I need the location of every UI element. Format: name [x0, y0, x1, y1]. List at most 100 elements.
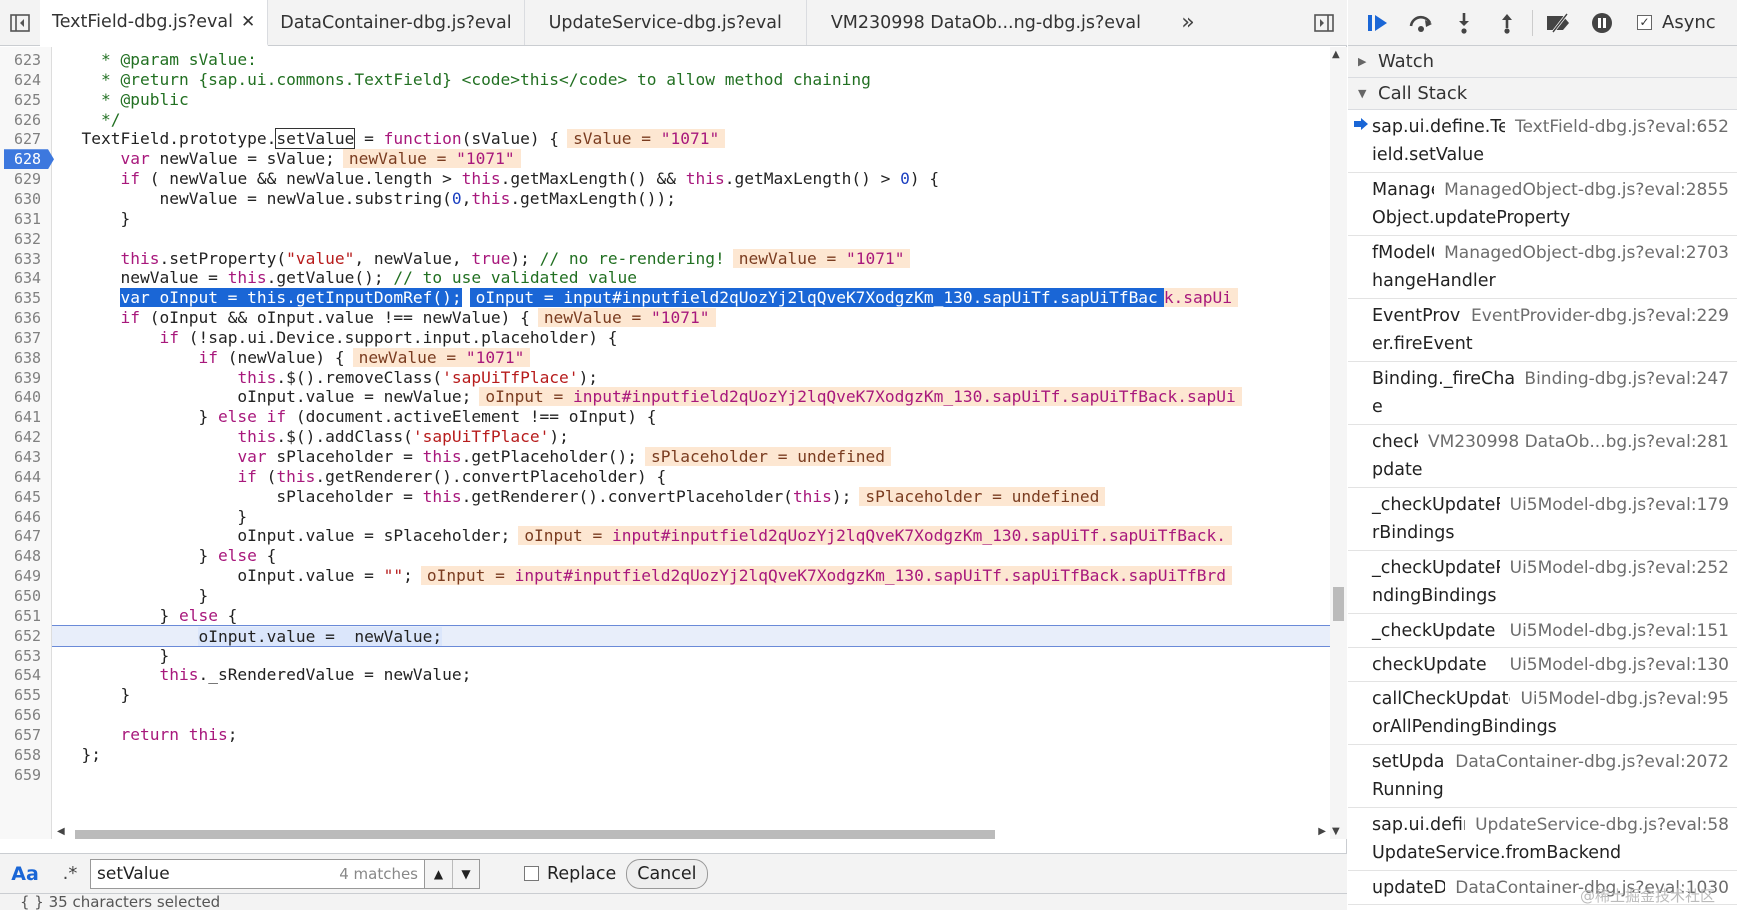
search-input[interactable]: setValue 4 matches [90, 858, 425, 889]
horizontal-scrollbar[interactable]: ◀ ▶ [55, 826, 1330, 840]
line-number[interactable]: 646 [0, 506, 50, 528]
scroll-up-icon[interactable]: ▲ [1332, 49, 1340, 60]
line-number[interactable]: 653 [0, 645, 50, 667]
next-match-icon[interactable]: ▼ [452, 859, 479, 888]
line-number[interactable]: 659 [0, 764, 50, 786]
step-out-icon[interactable] [1485, 3, 1528, 43]
line-number[interactable]: 643 [0, 446, 50, 468]
toggle-debugger-icon[interactable] [1301, 0, 1347, 45]
scroll-right-icon[interactable]: ▶ [1318, 826, 1326, 837]
toggle-navigator-icon[interactable] [0, 0, 40, 45]
line-number[interactable]: 641 [0, 406, 50, 428]
line-number[interactable]: 644 [0, 466, 50, 488]
vertical-scrollbar[interactable]: ▲ ▼ [1330, 47, 1347, 839]
status-text: { } 35 characters selected [20, 893, 221, 910]
frame-location[interactable]: Ui5Model-dbg.js?eval:151 [1499, 617, 1729, 645]
previous-match-icon[interactable]: ▲ [425, 860, 452, 888]
tab-textfield[interactable]: TextField-dbg.js?eval ✕ [40, 0, 269, 46]
line-number[interactable]: 654 [0, 664, 50, 686]
call-frame[interactable]: Managed ManagedObject-dbg.js?eval:2855 Obj… [1348, 173, 1737, 236]
call-frame[interactable]: checkU VM230998 DataOb...bg.js?eval:281 pd… [1348, 425, 1737, 488]
frame-location[interactable]: ManagedObject-dbg.js?eval:2703 [1434, 239, 1729, 267]
step-into-icon[interactable] [1442, 3, 1485, 43]
tab-vm230998[interactable]: VM230998 DataOb...ng-dbg.js?eval [807, 0, 1165, 45]
line-number[interactable]: 624 [0, 69, 50, 91]
call-frame[interactable]: fModelC ManagedObject-dbg.js?eval:2703 han… [1348, 236, 1737, 299]
call-frame[interactable]: callCheckUpdateF Ui5Model-dbg.js?eval:95 o… [1348, 682, 1737, 745]
line-number[interactable]: 649 [0, 565, 50, 587]
async-checkbox[interactable]: ✓ [1637, 15, 1652, 30]
code-editor[interactable]: 623 624 625 626 627 628 629 630 631 632 633 634 635 6… [0, 47, 1330, 839]
watch-section-header[interactable]: ▶ Watch [1348, 46, 1737, 78]
search-input-value[interactable]: setValue [97, 864, 339, 884]
scrollbar-thumb[interactable] [75, 830, 995, 839]
line-number[interactable]: 647 [0, 525, 50, 547]
close-icon[interactable]: ✕ [241, 12, 255, 32]
line-number-gutter[interactable]: 623 624 625 626 627 628 629 630 631 632 633 634 635 6… [0, 47, 54, 839]
frame-location[interactable]: Ui5Model-dbg.js?eval:179 [1499, 491, 1729, 519]
pause-on-exceptions-icon[interactable] [1580, 3, 1623, 43]
line-number[interactable]: 651 [0, 605, 50, 627]
line-number[interactable]: 626 [0, 109, 50, 131]
call-frame[interactable]: checkUpdate Ui5Model-dbg.js?eval:130 [1348, 648, 1737, 682]
frame-location[interactable]: Ui5Model-dbg.js?eval:95 [1510, 685, 1729, 713]
call-frame[interactable]: sap.ui.define. UpdateService-dbg.js?eval:… [1348, 808, 1737, 871]
line-number[interactable]: 630 [0, 188, 50, 210]
frame-location[interactable]: UpdateService-dbg.js?eval:58 [1465, 811, 1729, 839]
replace-checkbox[interactable] [524, 866, 539, 881]
deactivate-breakpoints-icon[interactable] [1537, 3, 1580, 43]
line-number[interactable]: 623 [0, 49, 50, 71]
line-number[interactable]: 655 [0, 684, 50, 706]
call-frame[interactable]: _checkUpdate Ui5Model-dbg.js?eval:151 [1348, 614, 1737, 648]
call-frame[interactable]: sap.ui.define.TextF TextField-dbg.js?eval… [1348, 110, 1737, 173]
line-number[interactable]: 631 [0, 208, 50, 230]
line-number[interactable]: 657 [0, 724, 50, 746]
line-number[interactable]: 650 [0, 585, 50, 607]
line-number[interactable]: 634 [0, 267, 50, 289]
regex-toggle[interactable]: .* [50, 863, 90, 884]
call-frame[interactable]: _checkUpdateFo Ui5Model-dbg.js?eval:179 rB… [1348, 488, 1737, 551]
match-case-toggle[interactable]: Aa [0, 863, 50, 885]
resume-icon[interactable] [1356, 3, 1399, 43]
line-number[interactable]: 635 [0, 287, 50, 309]
line-number[interactable]: 645 [0, 486, 50, 508]
call-frame[interactable]: Binding._fireChang Binding-dbg.js?eval:24… [1348, 362, 1737, 425]
frame-location[interactable]: Ui5Model-dbg.js?eval:130 [1499, 651, 1729, 679]
frame-location[interactable]: Binding-dbg.js?eval:247 [1514, 365, 1729, 393]
frame-location[interactable]: DataContainer-dbg.js?eval:2072 [1445, 748, 1729, 776]
line-number[interactable]: 642 [0, 426, 50, 448]
line-number[interactable]: 640 [0, 386, 50, 408]
call-frame[interactable]: _checkUpdatePe Ui5Model-dbg.js?eval:252 nd… [1348, 551, 1737, 614]
call-frame[interactable]: setUpdate DataContainer-dbg.js?eval:2072 R… [1348, 745, 1737, 808]
line-number[interactable]: 658 [0, 744, 50, 766]
line-number[interactable]: 652 [0, 625, 50, 647]
frame-location[interactable]: EventProvider-dbg.js?eval:229 [1461, 302, 1729, 330]
line-number[interactable]: 632 [0, 228, 50, 250]
call-frame[interactable]: EventProvid EventProvider-dbg.js?eval:229… [1348, 299, 1737, 362]
code-area[interactable]: * @param sValue: * @return {sap.ui.commo… [52, 47, 1330, 839]
frame-location[interactable]: VM230998 DataOb...bg.js?eval:281 [1418, 428, 1729, 456]
callstack-section-header[interactable]: ▼ Call Stack [1348, 78, 1737, 110]
line-number[interactable]: 633 [0, 248, 50, 270]
scrollbar-thumb[interactable] [1333, 587, 1344, 621]
line-number[interactable]: 629 [0, 168, 50, 190]
step-over-icon[interactable] [1399, 3, 1442, 43]
scroll-down-icon[interactable]: ▼ [1332, 826, 1340, 837]
line-number[interactable]: 638 [0, 347, 50, 369]
line-number[interactable]: 628 [0, 148, 50, 170]
more-tabs-icon[interactable]: » [1165, 0, 1211, 45]
line-number[interactable]: 637 [0, 327, 50, 349]
frame-location[interactable]: TextField-dbg.js?eval:652 [1505, 113, 1729, 141]
frame-location[interactable]: Ui5Model-dbg.js?eval:252 [1499, 554, 1729, 582]
line-number[interactable]: 648 [0, 545, 50, 567]
line-number[interactable]: 636 [0, 307, 50, 329]
line-number[interactable]: 625 [0, 89, 50, 111]
tab-updateservice[interactable]: UpdateService-dbg.js?eval [525, 0, 807, 45]
scroll-left-icon[interactable]: ◀ [57, 826, 65, 837]
frame-location[interactable]: ManagedObject-dbg.js?eval:2855 [1434, 176, 1729, 204]
line-number[interactable]: 639 [0, 367, 50, 389]
line-number[interactable]: 656 [0, 704, 50, 726]
line-number[interactable]: 627 [0, 128, 50, 150]
cancel-button[interactable]: Cancel [626, 858, 708, 889]
tab-datacontainer[interactable]: DataContainer-dbg.js?eval [268, 0, 525, 45]
